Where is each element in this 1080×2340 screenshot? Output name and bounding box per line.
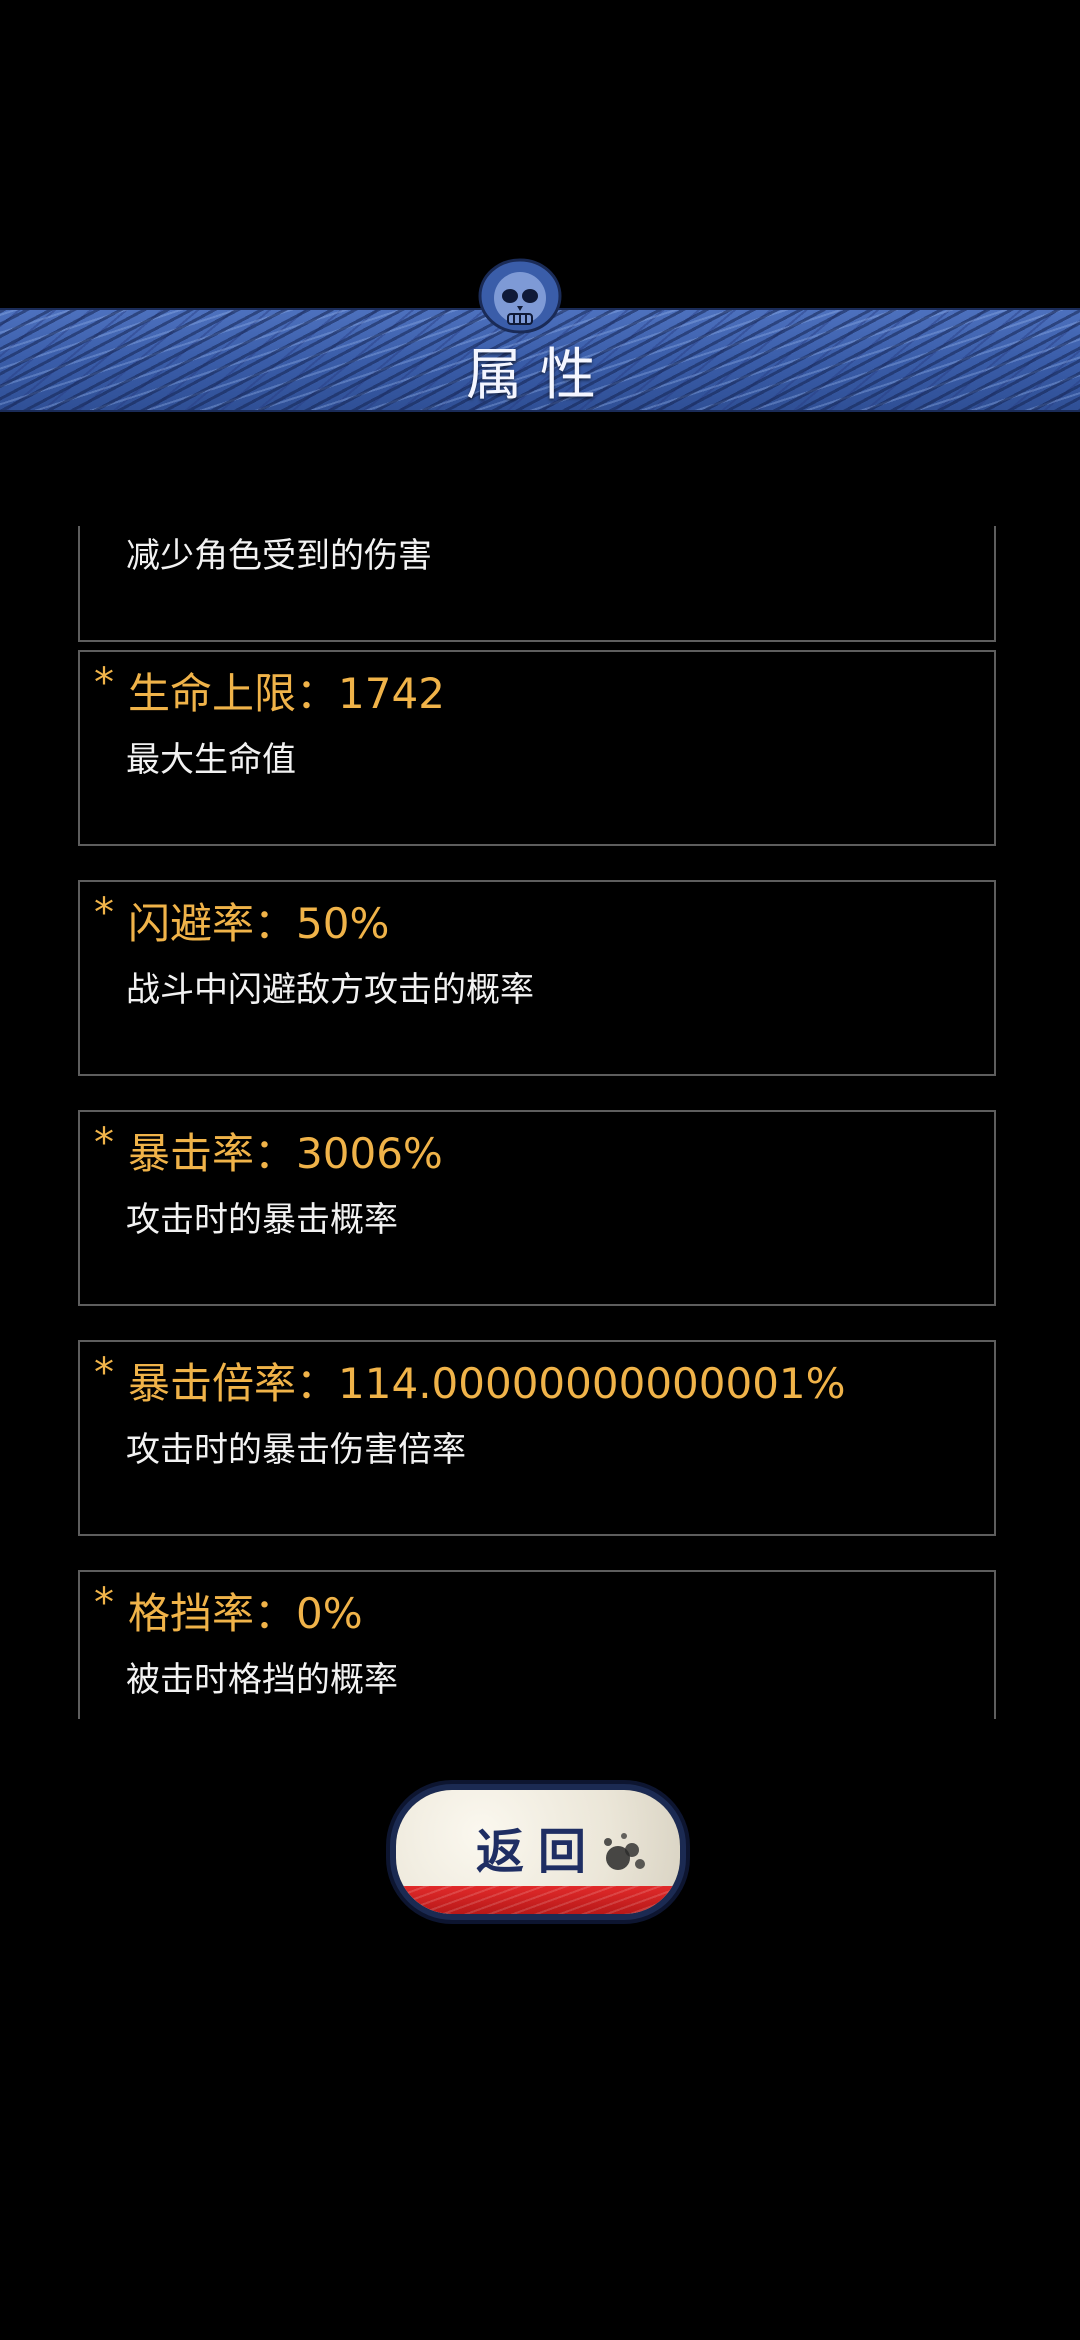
attribute-description: 减少角色受到的伤害 [126, 536, 432, 576]
attribute-separator: ： [296, 669, 339, 718]
star-icon: * [94, 1120, 114, 1166]
attribute-name: 生命上限 [128, 669, 297, 718]
attribute-name: 闪避率 [128, 899, 255, 948]
attribute-value: 50% [296, 899, 390, 948]
attribute-name: 暴击倍率 [128, 1359, 297, 1408]
attribute-description: 攻击时的暴击伤害倍率 [126, 1430, 466, 1470]
attribute-title: * 暴击率：3006% [94, 1120, 443, 1181]
attribute-name: 暴击率 [128, 1129, 255, 1178]
attribute-value: 0% [296, 1589, 363, 1638]
button-stripe [396, 1886, 680, 1914]
star-icon: * [94, 890, 114, 936]
return-button[interactable]: 返回 [396, 1790, 680, 1914]
page-title: 属性 [466, 343, 614, 408]
ink-blot-icon [604, 1833, 645, 1870]
star-icon: * [94, 660, 114, 706]
attribute-card-damage-reduction: 减少角色受到的伤害 [78, 526, 996, 642]
attribute-value: 1742 [338, 669, 445, 718]
attribute-separator: ： [254, 1129, 297, 1178]
attribute-name: 格挡率 [128, 1589, 255, 1638]
attribute-separator: ： [254, 1589, 297, 1638]
attribute-separator: ： [254, 899, 297, 948]
attribute-title: * 闪避率：50% [94, 890, 389, 951]
attribute-separator: ： [296, 1359, 339, 1408]
attribute-title: * 格挡率：0% [94, 1580, 363, 1641]
attribute-card-block-rate: * 格挡率：0% 被击时格挡的概率 [78, 1570, 996, 1719]
attribute-description: 最大生命值 [126, 740, 296, 780]
attribute-title: * 生命上限：1742 [94, 660, 445, 721]
attribute-description: 被击时格挡的概率 [126, 1660, 398, 1700]
attribute-card-crit-multiplier: * 暴击倍率：114.00000000000001% 攻击时的暴击伤害倍率 [78, 1340, 996, 1536]
star-icon: * [94, 1580, 114, 1626]
attribute-list[interactable]: 减少角色受到的伤害 * 生命上限：1742 最大生命值 * 闪避率：50% 战斗中闪… [78, 526, 998, 1719]
attribute-description: 攻击时的暴击概率 [126, 1200, 398, 1240]
attribute-title: * 暴击倍率：114.00000000000001% [94, 1350, 846, 1411]
attribute-value: 114.00000000000001% [338, 1359, 846, 1408]
attribute-card-max-hp: * 生命上限：1742 最大生命值 [78, 650, 996, 846]
attribute-value: 3006% [296, 1129, 443, 1178]
attribute-card-crit-rate: * 暴击率：3006% 攻击时的暴击概率 [78, 1110, 996, 1306]
attribute-description: 战斗中闪避敌方攻击的概率 [126, 970, 534, 1010]
star-icon: * [94, 1350, 114, 1396]
attribute-card-dodge-rate: * 闪避率：50% 战斗中闪避敌方攻击的概率 [78, 880, 996, 1076]
